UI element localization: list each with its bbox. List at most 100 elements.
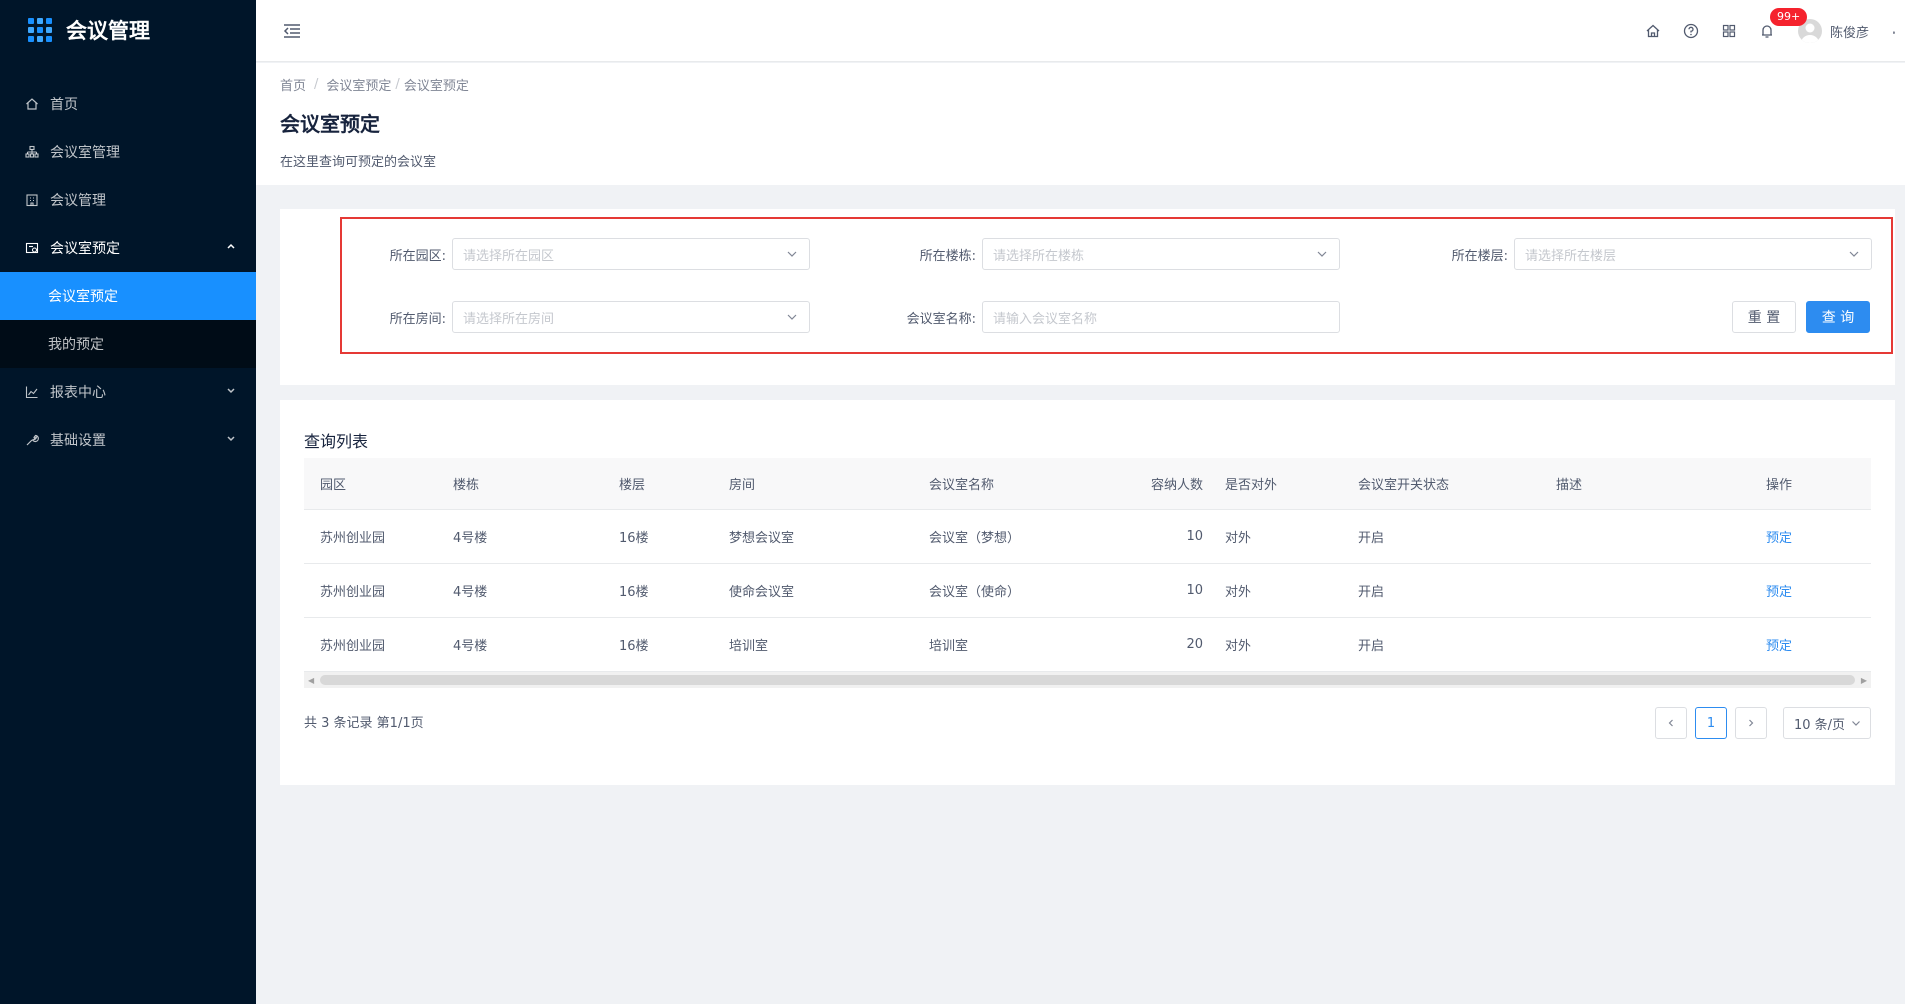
user-menu[interactable]: 陈俊彦 [1797,19,1869,43]
column-header: 是否对外 [1225,478,1278,493]
page-button[interactable]: 1 [1695,707,1727,739]
table-cell: 苏州创业园 [320,585,386,600]
sidebar-subitem-room-booking[interactable]: 会议室预定 [0,272,256,320]
building-form-item: 所在楼栋: 请选择所在楼栋 [852,238,1352,270]
room-name-label: 会议室名称: [906,311,976,327]
table-cell: 苏州创业园 [320,531,386,546]
scroll-right-icon[interactable]: ▶ [1861,676,1867,685]
query-button[interactable]: 查 询 [1806,301,1870,333]
building-select[interactable]: 请选择所在楼栋 [982,238,1340,270]
horizontal-scrollbar[interactable]: ◀ ▶ [304,672,1871,688]
pagination: 1 10 条/页 [1647,707,1871,739]
page-description: 在这里查询可预定的会议室 [280,155,437,170]
table-card: 查询列表 园区 楼栋 楼层 房间 会议室名称 容纳人数 是否对外 会议室开关状态… [280,400,1895,785]
column-header: 容纳人数 [1150,478,1203,493]
table-cell: 培训室 [729,639,769,654]
sidebar-item-reports[interactable]: 报表中心 [0,368,256,416]
column-header: 楼栋 [453,478,480,493]
notification-bell-icon[interactable]: 99+ [1748,0,1808,62]
sidebar-subitem-my-bookings[interactable]: 我的预定 [0,320,256,368]
sidebar: 会议管理 首页 会议室管理 会议管理 会议室预定 会议室预定 我的预定 报表中心… [0,0,256,1004]
table-cell: 会议室（梦想） [929,531,1021,546]
table-cell: 会议室（使命） [929,585,1021,600]
table-row: 苏州创业园 4号楼 16楼 培训室 培训室 20 对外 开启 预定 [304,618,1871,672]
room-select[interactable]: 请选择所在房间 [452,301,810,333]
room-name-placeholder: 请输入会议室名称 [993,311,1098,327]
app-grid-icon [28,18,52,42]
sidebar-item-label: 基础设置 [50,433,106,449]
book-link[interactable]: 预定 [1766,531,1792,546]
sidebar-item-room-booking[interactable]: 会议室预定 [0,224,256,272]
breadcrumb-parent[interactable]: 会议室预定 [326,75,391,94]
table-row: 苏州创业园 4号楼 16楼 梦想会议室 会议室（梦想） 10 对外 开启 预定 [304,510,1871,564]
table-cell: 梦想会议室 [729,531,795,546]
chevron-down-icon [226,434,236,447]
room-form-item: 所在房间: 请选择所在房间 [342,301,812,333]
floor-label: 所在楼层: [1451,248,1508,264]
sidebar-item-room-management[interactable]: 会议室管理 [0,128,256,176]
building-label: 所在楼栋: [919,248,976,264]
table-cell: 对外 [1225,531,1252,546]
table-cell: 16楼 [619,639,649,654]
results-table: 园区 楼栋 楼层 房间 会议室名称 容纳人数 是否对外 会议室开关状态 描述 操… [304,458,1871,688]
action-cell: 预定 [1750,635,1871,654]
help-icon[interactable] [1672,0,1710,62]
table-cell: 开启 [1358,639,1385,654]
prev-page-button[interactable] [1655,707,1687,739]
floor-form-item: 所在楼层: 请选择所在楼层 [1382,238,1882,270]
page-header: 首页 / 会议室预定 / 会议室预定 会议室预定 在这里查询可预定的会议室 [256,63,1905,185]
page-title: 会议室预定 [280,112,380,136]
chevron-down-icon [1852,721,1860,726]
reset-button[interactable]: 重 置 [1732,301,1796,333]
chevron-right-icon [1749,719,1754,727]
column-header: 会议室开关状态 [1358,478,1450,493]
chevron-up-icon [226,242,236,255]
floor-select[interactable]: 请选择所在楼层 [1514,238,1872,270]
sidebar-item-home[interactable]: 首页 [0,80,256,128]
breadcrumb-separator: / [314,77,319,92]
more-vertical-icon[interactable]: ··· [1885,30,1901,31]
scroll-left-icon[interactable]: ◀ [308,676,314,685]
page-size-select[interactable]: 10 条/页 [1783,707,1871,739]
breadcrumb: 首页 / 会议室预定 / 会议室预定 [280,75,1881,94]
logo[interactable]: 会议管理 [0,0,256,60]
room-name-input[interactable]: 请输入会议室名称 [982,301,1340,333]
booking-icon [24,240,40,256]
table-header: 园区 楼栋 楼层 房间 会议室名称 容纳人数 是否对外 会议室开关状态 描述 操… [304,458,1871,510]
book-link[interactable]: 预定 [1766,639,1792,654]
scrollbar-thumb[interactable] [320,675,1855,685]
sidebar-item-label: 报表中心 [50,385,106,401]
table-cell: 20 [1186,637,1203,652]
table-cell: 开启 [1358,585,1385,600]
apps-icon[interactable] [1710,0,1748,62]
sidebar-item-label: 会议室预定 [48,289,118,305]
table-cell: 4号楼 [453,639,488,654]
sidebar-item-meeting-management[interactable]: 会议管理 [0,176,256,224]
sidebar-item-label: 会议室管理 [50,145,120,161]
park-select[interactable]: 请选择所在园区 [452,238,810,270]
menu-fold-icon[interactable] [282,21,302,41]
chevron-left-icon [1668,719,1673,727]
table-cell: 使命会议室 [729,585,795,600]
column-header: 描述 [1556,478,1583,493]
column-header: 会议室名称 [929,478,995,493]
chart-icon [24,384,40,400]
breadcrumb-separator: / [395,77,400,92]
sidebar-item-settings[interactable]: 基础设置 [0,416,256,464]
sidebar-item-label: 我的预定 [48,337,104,353]
top-header: 99+ 陈俊彦 ··· [256,0,1905,62]
sidebar-menu: 首页 会议室管理 会议管理 会议室预定 会议室预定 我的预定 报表中心 基础设置 [0,80,256,464]
column-header: 房间 [729,478,756,493]
pagination-summary: 共 3 条记录 第1/1页 [304,716,424,731]
search-form: 所在园区: 请选择所在园区 所在楼栋: 请选择所在楼栋 所在楼层: 请选择所在楼… [340,217,1893,354]
booking-submenu: 会议室预定 我的预定 [0,272,256,368]
book-link[interactable]: 预定 [1766,585,1792,600]
table-cell: 4号楼 [453,585,488,600]
room-select-placeholder: 请选择所在房间 [463,311,555,327]
next-page-button[interactable] [1735,707,1767,739]
table-cell: 对外 [1225,585,1252,600]
breadcrumb-home[interactable]: 首页 [280,75,306,94]
breadcrumb-current: 会议室预定 [403,79,469,94]
park-select-placeholder: 请选择所在园区 [463,248,555,264]
home-icon[interactable] [1634,0,1672,62]
